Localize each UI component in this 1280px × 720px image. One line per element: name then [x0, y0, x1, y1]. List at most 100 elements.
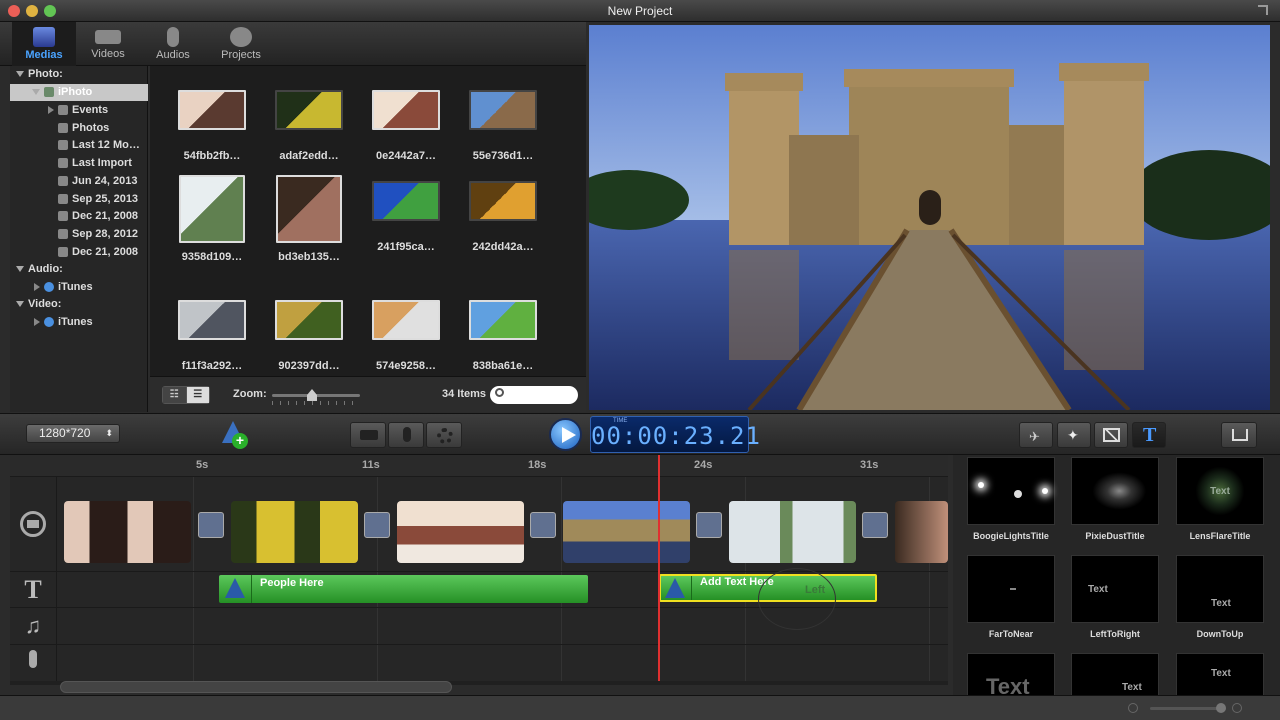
ruler-label: 11s [362, 459, 380, 471]
playhead[interactable] [658, 455, 660, 685]
tree-item-video-itunes[interactable]: iTunes [34, 314, 93, 331]
video-clip[interactable] [64, 501, 191, 563]
transitions-button[interactable]: ✈ [1019, 422, 1053, 448]
record-voice-button[interactable] [388, 422, 424, 448]
timeline-scrollbar[interactable] [60, 681, 452, 693]
tab-videos[interactable]: Videos [76, 22, 140, 66]
title-thumbnail: Text [967, 653, 1055, 699]
title-sample-text: Text [1088, 584, 1108, 595]
zoom-slider[interactable] [272, 389, 360, 401]
resolution-select[interactable]: 1280*720 ⬍ [26, 424, 120, 443]
media-search-field[interactable] [490, 386, 578, 404]
camera-glyph [27, 520, 39, 528]
castle-preview-image [589, 25, 1270, 410]
transition-tile[interactable] [198, 512, 224, 538]
tree-item-label: Dec 21, 2008 [72, 246, 139, 258]
title-template[interactable]: FarToNear [966, 555, 1056, 639]
video-clip[interactable] [895, 501, 948, 563]
ruler-label: 5s [196, 459, 209, 471]
light-sparkle [978, 482, 984, 488]
media-item[interactable]: 242dd42a… [455, 175, 551, 275]
text-track-icon: T [24, 575, 42, 604]
ruler-label: 18s [528, 459, 547, 471]
media-item[interactable]: 9358d109… [164, 175, 260, 275]
iphoto-icon [44, 87, 54, 98]
preview-viewer[interactable] [589, 25, 1270, 410]
media-item[interactable]: bd3eb135… [261, 175, 357, 275]
overlay-button[interactable] [1094, 422, 1128, 448]
tab-videos-label: Videos [91, 48, 125, 60]
media-item[interactable]: 54fbb2fb… [164, 84, 260, 184]
tree-item-album[interactable]: Dec 21, 2008 [58, 208, 138, 225]
tree-item-last-12-months[interactable]: Last 12 Mo… [58, 137, 140, 154]
fullscreen-icon[interactable] [1258, 5, 1268, 15]
title-letter-icon [665, 578, 685, 598]
titles-button[interactable]: T [1132, 422, 1166, 448]
tab-medias-label: Medias [25, 49, 63, 61]
tree-photo-header[interactable]: Photo: [16, 66, 63, 83]
settings-button[interactable] [426, 422, 462, 448]
tab-audios[interactable]: Audios [141, 22, 205, 66]
timeline-zoom-slider[interactable] [1150, 703, 1226, 713]
media-thumbnail [178, 90, 246, 130]
title-template[interactable]: PixieDustTitle [1070, 457, 1160, 541]
share-button[interactable] [1221, 422, 1257, 448]
title-template[interactable]: Text LeftToRight [1070, 555, 1160, 639]
itunes-icon [44, 317, 54, 328]
tree-video-header[interactable]: Video: [16, 296, 61, 313]
title-template[interactable]: BoogieLightsTitle [966, 457, 1056, 541]
video-clip[interactable] [729, 501, 856, 563]
text-clip[interactable]: People Here [219, 575, 588, 603]
tree-item-album[interactable]: Sep 28, 2012 [58, 226, 138, 243]
play-button[interactable] [549, 418, 582, 451]
transition-tile[interactable] [530, 512, 556, 538]
status-bar [0, 695, 1280, 720]
transition-tile[interactable] [364, 512, 390, 538]
media-search-input[interactable] [508, 387, 572, 402]
tree-item-album[interactable]: Jun 24, 2013 [58, 173, 137, 190]
list-view-icon[interactable]: ☷ [163, 387, 187, 403]
tab-medias[interactable]: Medias [12, 22, 76, 66]
tree-item-audio-itunes[interactable]: iTunes [34, 279, 93, 296]
itunes-icon [44, 282, 54, 293]
title-template[interactable]: Text DownToUp [1175, 555, 1265, 639]
transition-tile[interactable] [696, 512, 722, 538]
tree-item-events[interactable]: Events [48, 102, 108, 119]
magic-wand-icon: ✦ [1067, 427, 1079, 443]
video-camera-icon [95, 30, 121, 44]
search-icon [495, 388, 504, 397]
media-item[interactable]: 241f95ca… [358, 175, 454, 275]
title-thumbnail [1071, 457, 1159, 525]
title-template[interactable]: Text LensFlareTitle [1175, 457, 1265, 541]
snapshot-button[interactable] [350, 422, 386, 448]
video-clip[interactable] [397, 501, 524, 563]
ruler-label: 31s [860, 459, 879, 471]
transition-tile[interactable] [862, 512, 888, 538]
tree-item-photos[interactable]: Photos [58, 120, 109, 137]
zoom-in-icon[interactable] [1232, 703, 1242, 713]
timeline-zoom-knob[interactable] [1216, 703, 1226, 713]
time-ruler[interactable]: 5s 11s 18s 24s 31s [10, 455, 948, 477]
media-item[interactable]: adaf2edd… [261, 84, 357, 184]
disclosure-triangle-icon [48, 106, 54, 115]
tree-item-last-import[interactable]: Last Import [58, 155, 132, 172]
effects-button[interactable]: ✦ [1057, 422, 1091, 448]
tab-audios-label: Audios [156, 49, 190, 61]
tree-item-iphoto[interactable]: iPhoto [10, 84, 148, 101]
title-thumbnail: Text [1176, 555, 1264, 623]
tree-item-album[interactable]: Dec 21, 2008 [58, 244, 138, 261]
tree-item-album[interactable]: Sep 25, 2013 [58, 191, 138, 208]
zoom-slider-knob[interactable] [307, 389, 317, 401]
photos-icon [33, 27, 55, 47]
tab-projects[interactable]: Projects [209, 22, 273, 66]
zoom-out-icon[interactable] [1128, 703, 1138, 713]
media-item[interactable]: 0e2442a7… [358, 84, 454, 184]
video-clip[interactable] [231, 501, 358, 563]
library-tabs: Medias Videos Audios Projects [0, 22, 586, 66]
grid-view-icon[interactable]: ☰ [186, 387, 209, 403]
media-item[interactable]: 55e736d1… [455, 84, 551, 184]
video-clip[interactable] [563, 501, 690, 563]
tree-audio-header[interactable]: Audio: [16, 261, 63, 278]
add-title-button[interactable]: + [222, 421, 252, 449]
media-thumbnail [275, 300, 343, 340]
